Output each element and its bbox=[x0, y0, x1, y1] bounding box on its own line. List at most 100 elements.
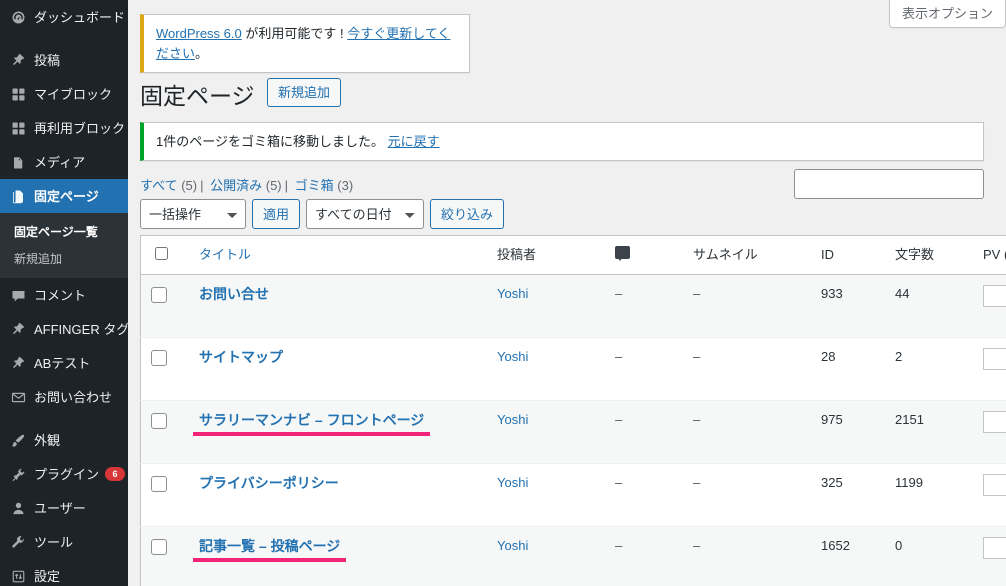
sidebar-item-settings[interactable]: 設定 bbox=[0, 559, 128, 586]
row-thumbnail-cell: – bbox=[693, 537, 701, 553]
sidebar-item-pages-label: 固定ページ bbox=[34, 188, 99, 204]
submenu-item-all-pages[interactable]: 固定ページ一覧 bbox=[0, 218, 128, 245]
sidebar-item-appearance[interactable]: 外観 bbox=[0, 423, 128, 457]
page-title-link[interactable]: プライバシーポリシー bbox=[199, 474, 339, 494]
row-title-cell: サラリーマンナビ – フロントページ bbox=[189, 400, 487, 463]
author-link[interactable]: Yoshi bbox=[497, 286, 528, 301]
sidebar-item-media[interactable]: メディア bbox=[0, 145, 128, 179]
page-icon bbox=[10, 188, 26, 204]
row-characters-cell: 0 bbox=[895, 537, 903, 553]
admin-sidebar-menu: ダッシュボード 投稿マイブロック 再利用ブロックメディア固定ページ 固定ページ一覧新… bbox=[0, 0, 128, 586]
update-nag-wrapper: WordPress 6.0 が利用可能です ! 今すぐ更新してください。 bbox=[140, 14, 470, 73]
row-select-checkbox[interactable] bbox=[151, 349, 167, 366]
row-title-cell: サイトマップ bbox=[189, 337, 487, 400]
filter-trash-link[interactable]: ゴミ箱 bbox=[295, 178, 334, 193]
filter-trash: ゴミ箱 (3) bbox=[295, 178, 354, 193]
submenu-item-add-new[interactable]: 新規追加 bbox=[0, 245, 128, 272]
search-input[interactable] bbox=[794, 169, 984, 200]
pv-group: 000 bbox=[983, 347, 1006, 370]
row-checkbox-cell bbox=[141, 400, 190, 463]
row-thumbnail-cell: – bbox=[693, 348, 701, 364]
author-link[interactable]: Yoshi bbox=[497, 349, 528, 364]
plugin-icon bbox=[10, 466, 26, 482]
row-comments-cell: – bbox=[615, 285, 623, 301]
sidebar-item-contact-label: お問い合わせ bbox=[34, 389, 113, 405]
pv-group: 000 bbox=[983, 410, 1006, 433]
sidebar-item-media-label: メディア bbox=[34, 154, 86, 170]
sidebar-item-dashboard-label: ダッシュボード bbox=[34, 9, 126, 25]
update-version-link[interactable]: WordPress 6.0 bbox=[156, 26, 242, 41]
sidebar-menu-bottom: コメント AFFINGER タグ ABテストお問い合わせ 外観プラグイン 6 ユーザー ツー… bbox=[0, 278, 128, 586]
filter-published-link[interactable]: 公開済み bbox=[210, 178, 262, 193]
page-title-link[interactable]: 記事一覧 – 投稿ページ bbox=[192, 537, 347, 562]
sidebar-item-ab-test-label: ABテスト bbox=[34, 355, 91, 371]
undo-trash-link[interactable]: 元に戻す bbox=[388, 134, 440, 149]
row-select-checkbox[interactable] bbox=[151, 412, 167, 429]
row-checkbox-cell bbox=[141, 463, 190, 526]
header-cell-pv: PV (昨日 / 今日 / 今月) bbox=[973, 235, 1006, 275]
apply-bulk-action-button[interactable]: 適用 bbox=[252, 199, 301, 230]
row-select-checkbox[interactable] bbox=[151, 538, 167, 555]
author-link[interactable]: Yoshi bbox=[497, 475, 528, 490]
pv-group: 000 bbox=[983, 473, 1006, 496]
sidebar-item-posts-label: 投稿 bbox=[34, 52, 61, 68]
row-id-cell: 28 bbox=[821, 348, 836, 364]
bulk-action-select[interactable]: 一括操作編集ゴミ箱へ移動 bbox=[140, 199, 246, 230]
comment-icon bbox=[10, 287, 26, 303]
menu-separator bbox=[0, 414, 128, 423]
dashboard-icon bbox=[10, 9, 26, 25]
grid-icon bbox=[10, 120, 26, 136]
table-row: サイトマップ Yoshi – – 28 2 000 bbox=[140, 337, 1006, 401]
pin-icon bbox=[10, 355, 26, 371]
sidebar-item-plugins-badge: 6 bbox=[105, 467, 126, 481]
sidebar-item-appearance-label: 外観 bbox=[34, 432, 61, 448]
pv-yesterday: 0 bbox=[983, 536, 1006, 559]
row-pv-cell: 000 bbox=[973, 526, 1006, 586]
select-all-checkbox-top[interactable] bbox=[155, 247, 168, 261]
header-cell-checkbox bbox=[140, 235, 189, 275]
filter-trash-count: (3) bbox=[337, 178, 354, 194]
sidebar-item-my-blocks[interactable]: マイブロック bbox=[0, 77, 128, 111]
filter-submit-button[interactable]: 絞り込み bbox=[430, 199, 505, 230]
header-cell-id: ID bbox=[811, 235, 885, 275]
show-settings-button[interactable]: 表示オプション bbox=[888, 0, 1006, 28]
media-icon bbox=[10, 154, 26, 170]
brush-icon bbox=[10, 432, 26, 448]
sidebar-item-plugins[interactable]: プラグイン 6 bbox=[0, 457, 128, 491]
sidebar-item-users[interactable]: ユーザー bbox=[0, 491, 128, 525]
sidebar-item-ab-test[interactable]: ABテスト bbox=[0, 346, 128, 380]
row-select-checkbox[interactable] bbox=[151, 475, 167, 492]
trash-notice-text: 1件のページをゴミ箱に移動しました。 bbox=[156, 133, 384, 149]
sidebar-item-tools[interactable]: ツール bbox=[0, 525, 128, 559]
sidebar-item-posts[interactable]: 投稿 bbox=[0, 43, 128, 77]
status-filter-links: すべて (5) | 公開済み (5) | ゴミ箱 (3) bbox=[140, 175, 353, 194]
header-cell-characters: 文字数 bbox=[885, 235, 973, 275]
filter-all-link[interactable]: すべて bbox=[140, 178, 178, 193]
author-link[interactable]: Yoshi bbox=[497, 412, 528, 427]
row-characters-cell: 2 bbox=[895, 348, 903, 364]
row-pv-cell: 000 bbox=[973, 463, 1006, 526]
page-title-link[interactable]: サイトマップ bbox=[199, 348, 283, 368]
sidebar-item-pages[interactable]: 固定ページ bbox=[0, 179, 128, 213]
sidebar-item-comments[interactable]: コメント bbox=[0, 278, 128, 312]
filter-all-count: (5) bbox=[181, 178, 198, 194]
page-title-link[interactable]: お問い合せ bbox=[199, 285, 269, 305]
sidebar-item-reusable-blocks[interactable]: 再利用ブロック bbox=[0, 111, 128, 145]
sidebar-item-affinger-tag[interactable]: AFFINGER タグ bbox=[0, 312, 128, 346]
row-select-checkbox[interactable] bbox=[151, 286, 167, 303]
add-new-page-button[interactable]: 新規追加 bbox=[267, 77, 342, 108]
sidebar-item-comments-label: コメント bbox=[34, 287, 87, 303]
author-link[interactable]: Yoshi bbox=[497, 538, 528, 553]
sort-by-title-link[interactable]: タイトル bbox=[199, 247, 251, 262]
row-checkbox-cell bbox=[141, 274, 190, 337]
row-author-cell: Yoshi bbox=[487, 463, 605, 526]
date-filter-select[interactable]: すべての日付 bbox=[306, 199, 425, 230]
filter-separator-1: | bbox=[200, 178, 204, 194]
filter-all: すべて (5) | bbox=[140, 178, 206, 193]
page-title-link[interactable]: サラリーマンナビ – フロントページ bbox=[192, 411, 431, 436]
header-cell-title: タイトル bbox=[189, 235, 487, 275]
search-box bbox=[794, 169, 984, 200]
update-notice-text-end: 。 bbox=[195, 45, 209, 61]
sidebar-item-contact[interactable]: お問い合わせ bbox=[0, 380, 128, 414]
sidebar-item-dashboard[interactable]: ダッシュボード bbox=[0, 0, 128, 34]
